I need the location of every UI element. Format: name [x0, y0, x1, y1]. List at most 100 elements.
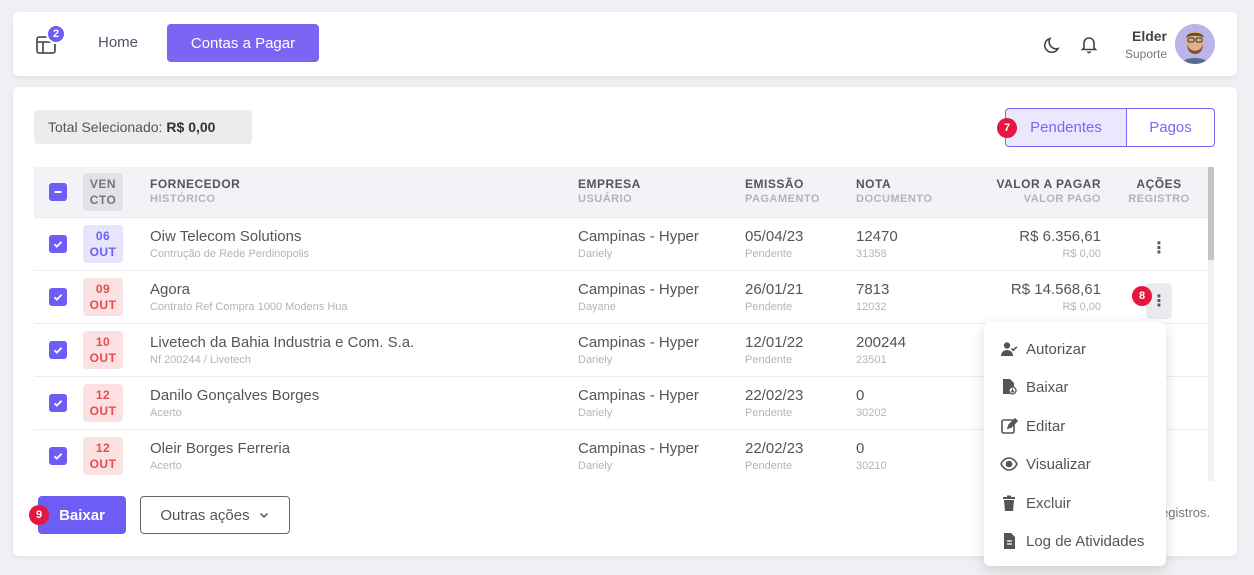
total-selected-label: Total Selecionado: [48, 119, 163, 135]
header-nota[interactable]: NOTA DOCUMENTO [856, 177, 932, 205]
header-usuario-label: USUÁRIO [578, 193, 633, 205]
menu-item-autorizar[interactable]: Autorizar [1000, 340, 1086, 358]
cell-historico: Acerto [150, 460, 182, 472]
table-scrollbar-thumb[interactable] [1208, 167, 1214, 260]
due-date-badge: 09 OUT [83, 278, 123, 316]
avatar[interactable] [1175, 24, 1215, 64]
minus-icon [54, 191, 62, 193]
row-checkbox[interactable] [49, 288, 67, 306]
row-checkbox[interactable] [49, 235, 67, 253]
cell-historico: Contrato Ref Compra 1000 Modens Hua [150, 301, 348, 313]
file-text-icon [1004, 533, 1015, 549]
header-registro-label: REGISTRO [1128, 193, 1190, 205]
cell-documento: 30202 [856, 407, 887, 419]
cell-empresa: Campinas - Hyper [578, 228, 699, 245]
cell-emissao: 12/01/22 [745, 334, 804, 351]
registros-count-text: egistros. [1161, 505, 1211, 520]
cell-pagamento: Pendente [745, 301, 793, 313]
menu-item-baixar[interactable]: Baixar [1000, 378, 1069, 396]
step-marker-7: 7 [997, 118, 1017, 138]
header-pagamento-label: PAGAMENTO [745, 193, 820, 205]
user-name[interactable]: Elder [1132, 28, 1167, 44]
header-venc-top: VEN [89, 177, 117, 191]
cell-valor-pagar: R$ 6.356,61 [1019, 228, 1101, 245]
edit-icon [1001, 417, 1018, 434]
step-marker-9: 9 [29, 505, 49, 525]
table-row[interactable]: 06 OUT Oiw Telecom Solutions Contrução de R… [34, 217, 1208, 270]
cell-valor-pagar: R$ 14.568,61 [1010, 281, 1101, 298]
cell-pagamento: Pendente [745, 354, 793, 366]
menu-item-log-atividades[interactable]: Log de Atividades [1000, 532, 1144, 550]
baixar-button[interactable]: Baixar [38, 496, 126, 534]
due-date-badge: 10 OUT [83, 331, 123, 369]
bell-icon[interactable] [1079, 34, 1099, 54]
menu-item-excluir[interactable]: Excluir [1000, 494, 1071, 512]
check-icon [53, 294, 63, 301]
cell-empresa: Campinas - Hyper [578, 281, 699, 298]
cell-empresa: Campinas - Hyper [578, 334, 699, 351]
cell-valor-pago: R$ 0,00 [1062, 248, 1101, 260]
row-checkbox[interactable] [49, 341, 67, 359]
due-month: OUT [89, 404, 117, 418]
header-empresa[interactable]: EMPRESA USUÁRIO [578, 177, 641, 205]
outras-acoes-label: Outras ações [160, 506, 250, 524]
filter-pendentes-button[interactable]: Pendentes [1005, 108, 1127, 147]
header-acoes-label: AÇÕES [1136, 177, 1182, 191]
cell-historico: Acerto [150, 407, 182, 419]
cell-fornecedor: Oleir Borges Ferreria [150, 440, 291, 457]
header-fornecedor-label: FORNECEDOR [150, 177, 241, 191]
cell-emissao: 26/01/21 [745, 281, 804, 298]
eye-icon [1000, 457, 1018, 471]
due-date-badge: 06 OUT [83, 225, 123, 263]
cell-emissao: 05/04/23 [745, 228, 804, 245]
nav-home-link[interactable]: Home [98, 34, 138, 51]
select-all-checkbox[interactable] [49, 183, 67, 201]
table-row[interactable]: 09 OUT Agora Contrato Ref Compra 1000 Moden… [34, 270, 1208, 323]
header-valor[interactable]: VALOR A PAGAR VALOR PAGO [997, 177, 1102, 205]
header-historico-label: HISTÓRICO [150, 193, 216, 205]
cell-usuario: Dariely [578, 354, 613, 366]
header-acoes: AÇÕES REGISTRO [1124, 177, 1194, 205]
cell-documento: 30210 [856, 460, 887, 472]
menu-item-label: Baixar [1026, 378, 1069, 396]
total-selected-box: Total Selecionado: R$ 0,00 [34, 110, 252, 144]
cell-nota: 12470 [856, 228, 898, 245]
header-vencimento[interactable]: VEN CTO [88, 176, 118, 208]
chevron-down-icon [259, 512, 268, 519]
due-month: OUT [89, 351, 117, 365]
due-day: 10 [95, 335, 111, 349]
cell-pagamento: Pendente [745, 407, 793, 419]
notification-count-badge: 2 [46, 24, 66, 44]
cell-usuario: Dariely [578, 248, 613, 260]
cell-nota: 200244 [856, 334, 907, 351]
row-checkbox[interactable] [49, 394, 67, 412]
nav-contas-a-pagar-button[interactable]: Contas a Pagar [167, 24, 319, 62]
cell-pagamento: Pendente [745, 460, 793, 472]
check-icon [53, 453, 63, 460]
row-actions-kebab-button[interactable]: ⋮ [1146, 230, 1172, 266]
cell-empresa: Campinas - Hyper [578, 387, 699, 404]
cell-fornecedor: Livetech da Bahia Industria e Com. S.a. [150, 334, 415, 351]
outras-acoes-dropdown[interactable]: Outras ações [140, 496, 290, 534]
due-month: OUT [89, 245, 117, 259]
user-role: Suporte [1124, 47, 1167, 61]
header-emissao[interactable]: EMISSÃO PAGAMENTO [745, 177, 820, 205]
row-actions-menu: Autorizar Baixar Editar Visualizar Exclu… [984, 322, 1166, 566]
cell-documento: 23501 [856, 354, 887, 366]
cell-documento: 31358 [856, 248, 887, 260]
header-fornecedor[interactable]: FORNECEDOR HISTÓRICO [150, 177, 240, 205]
menu-item-label: Log de Atividades [1026, 532, 1145, 550]
moon-icon[interactable] [1043, 35, 1063, 55]
menu-item-visualizar[interactable]: Visualizar [1000, 455, 1091, 473]
cell-valor-pago: R$ 0,00 [1062, 301, 1101, 313]
due-day: 09 [95, 282, 111, 296]
filter-pagos-button[interactable]: Pagos [1127, 108, 1215, 147]
menu-item-label: Excluir [1026, 494, 1072, 512]
trash-icon [1003, 495, 1015, 511]
cell-pagamento: Pendente [745, 248, 793, 260]
cell-nota: 0 [856, 440, 865, 457]
row-checkbox[interactable] [49, 447, 67, 465]
menu-item-editar[interactable]: Editar [1000, 417, 1065, 435]
header-documento-label: DOCUMENTO [856, 193, 933, 205]
check-icon [53, 400, 63, 407]
